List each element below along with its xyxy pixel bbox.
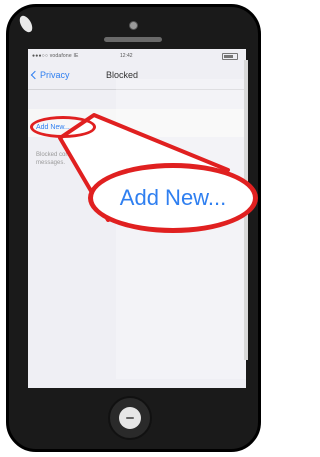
callout-label: Add New...: [119, 185, 227, 210]
camera-icon: [129, 21, 138, 30]
phone-gloss: [17, 13, 35, 35]
callout-small-ring: [30, 116, 96, 138]
chevron-left-icon: [30, 70, 40, 80]
back-button[interactable]: Privacy: [30, 70, 70, 80]
earpiece-speaker: [104, 37, 162, 42]
home-button[interactable]: [108, 396, 152, 440]
navigation-bar: Privacy Blocked: [28, 63, 246, 90]
battery-icon: [222, 53, 238, 60]
home-button-face: [119, 407, 141, 429]
callout-magnifier: Add New...: [88, 163, 258, 233]
home-button-icon: [126, 417, 134, 419]
page-title: Blocked: [106, 70, 139, 80]
status-bar: ●●●○○ vodafone IE 12:42: [28, 49, 246, 63]
back-button-label: Privacy: [40, 70, 70, 80]
status-carrier: ●●●○○ vodafone IE: [32, 53, 79, 59]
status-time: 12:42: [120, 53, 133, 59]
